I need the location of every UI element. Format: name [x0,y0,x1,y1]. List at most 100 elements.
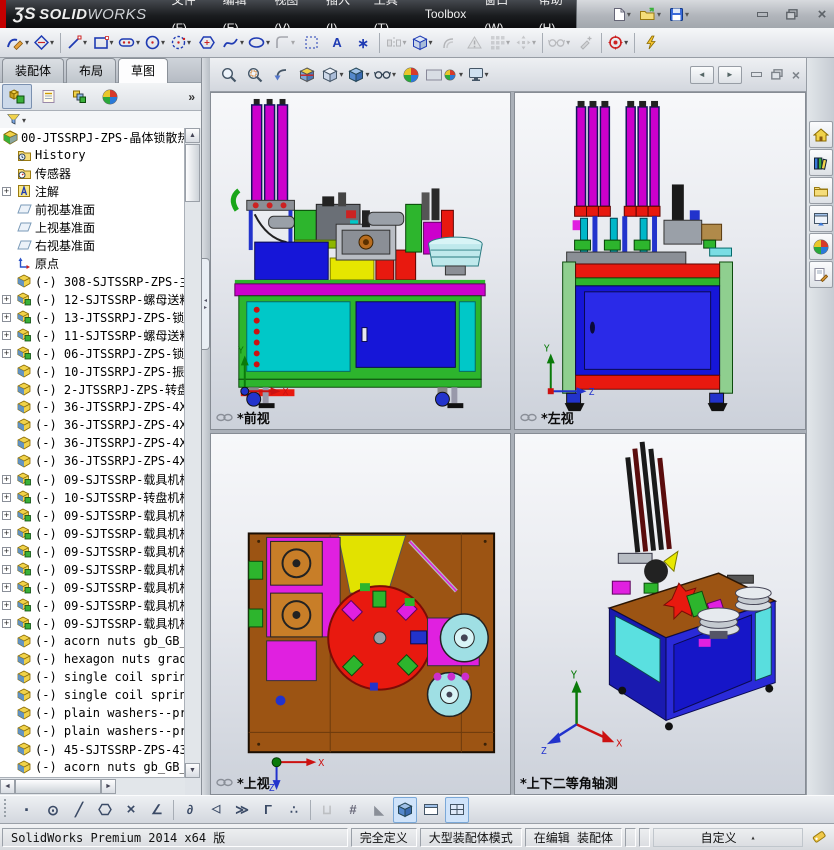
custom-properties-button[interactable] [808,261,833,288]
tab-装配体[interactable]: 装配体 [2,58,65,83]
smart-dimension-dropdown[interactable]: ▾ [50,38,54,47]
viewport-front[interactable]: Y X *前视 [210,92,511,430]
quick-snaps-dropdown[interactable]: ▾ [624,38,628,47]
smart-dimension-button[interactable]: ▾ [32,30,56,56]
tree-item[interactable]: + (-) 13-JTSSRPJ-ZPS-锁螺丝 [0,308,185,326]
toolbar-grip[interactable] [2,799,14,820]
tree-item[interactable]: 前视基准面 [0,200,185,218]
line-dropdown[interactable]: ▾ [83,38,87,47]
tree-item[interactable]: (-) plain washers--produ [0,704,185,722]
edit-appearance-button[interactable] [399,62,423,88]
apply-scene-button[interactable]: ▾ [425,62,464,88]
view-palette-button[interactable] [808,205,833,232]
tree-item[interactable]: + (-) 09-SJTSSRP-载具机构_ [0,542,185,560]
tree-item[interactable]: + (-) 09-SJTSSRP-载具机构_ [0,614,185,632]
mirror-entities-dropdown[interactable]: ▾ [403,38,407,47]
tree-item[interactable]: (-) 36-JTSSRPJ-ZPS-4X205 [0,398,185,416]
expand-icon[interactable]: + [2,330,11,340]
tree-item[interactable]: + (-) 09-SJTSSRP-载具机构_ [0,578,185,596]
grid-snap-button[interactable]: # [341,797,365,823]
viewport-isometric[interactable]: Y X Z *上下二等角轴测 [514,433,806,795]
prev-pane-button[interactable]: ◄ [689,65,714,84]
viewport-top[interactable]: X Z *上视 [210,433,511,795]
straight-slot-button[interactable]: ▾ [117,30,141,56]
expand-icon[interactable]: + [2,492,11,502]
save-dropdown[interactable]: ▾ [685,10,689,19]
quick-snaps-button[interactable]: ▾ [606,30,630,56]
parallel-relation-button[interactable]: ≫ [230,797,254,823]
tree-item[interactable]: + (-) 09-SJTSSRP-载具机构_ [0,524,185,542]
linear-pattern-dropdown[interactable]: ▾ [506,38,510,47]
tree-item[interactable]: (-) hexagon nuts grade c [0,650,185,668]
save-button[interactable]: ▾ [666,5,692,24]
top-view-canvas[interactable]: X Z [211,434,510,794]
straight-slot-dropdown[interactable]: ▾ [136,38,140,47]
tree-item[interactable]: 右视基准面 [0,236,185,254]
scroll-right-icon[interactable]: ► [101,779,116,794]
design-library-button[interactable] [808,149,833,176]
angle-relation-button[interactable]: ∠ [145,797,169,823]
fm-display-button[interactable] [95,84,125,109]
centerpoint-arc-button[interactable]: ▾ [169,30,193,56]
tree-item[interactable]: (-) 36-JTSSRPJ-ZPS-4X205 [0,416,185,434]
tree-item[interactable]: + (-) 12-SJTSSRP-螺母送料机 [0,290,185,308]
hide-show-items-dropdown[interactable]: ▾ [392,70,396,79]
polygon-relation-button[interactable] [93,797,117,823]
tree-item[interactable]: (-) acorn nuts gb_GB_SPE [0,632,185,650]
view-settings-dropdown[interactable]: ▾ [485,70,489,79]
line-relation-button[interactable]: ╱ [67,797,91,823]
tab-草图[interactable]: 草图 [118,58,169,83]
ellipse-button[interactable]: ▾ [247,30,271,56]
concentric-relation-button[interactable]: ⊙ [41,797,65,823]
expand-icon[interactable]: + [2,600,11,610]
tree-item[interactable]: + (-) 09-SJTSSRP-载具机构< [0,470,185,488]
expand-icon[interactable]: + [2,474,11,484]
expand-icon[interactable]: + [2,186,11,196]
tree-item[interactable]: + (-) 09-SJTSSRP-载具机构< [0,506,185,524]
four-view-button[interactable] [445,796,469,823]
tag-icon[interactable] [806,830,832,844]
status-custom-selector[interactable]: 自定义 ▴ [653,827,803,847]
sketch-fillet-dropdown[interactable]: ▾ [291,38,295,47]
scrollbar-thumb[interactable] [185,144,200,202]
tree-item[interactable]: 传感器 [0,164,185,182]
expand-icon[interactable]: + [2,510,11,520]
tree-item[interactable]: (-) 36-JTSSRPJ-ZPS-4X205 [0,452,185,470]
tree-item[interactable]: 原点 [0,254,185,272]
scrollbar-thumb[interactable] [15,779,101,794]
section-view-button[interactable] [295,62,319,88]
tree-item[interactable]: (-) 10-JTSSRPJ-ZPS-振动盘 [0,362,185,380]
isometric-view-canvas[interactable]: Y X Z [515,434,805,794]
tab-布局[interactable]: 布局 [66,58,117,83]
tree-item[interactable]: + (-) 11-SJTSSRP-螺母送料机 [0,326,185,344]
tree-item[interactable]: (-) 308-SJTSSRP-ZPS-主底 [0,272,185,290]
previous-view-button[interactable] [269,62,293,88]
display-relations-dropdown[interactable]: ▾ [566,38,570,47]
rapid-sketch-button[interactable] [639,30,663,56]
points-relation-button[interactable]: ∴ [282,797,306,823]
display-style-dropdown[interactable]: ▾ [365,70,369,79]
new-doc-button[interactable]: ▾ [609,5,634,24]
next-pane-button[interactable]: ► [717,65,742,84]
tree-item[interactable]: + (-) 10-SJTSSRP-转盘机构< [0,488,185,506]
front-view-canvas[interactable]: Y X [211,93,510,429]
expand-icon[interactable]: + [2,618,11,628]
tree-item[interactable]: (-) 2-JTSSRPJ-ZPS-转盘<1 [0,380,185,398]
tree-item[interactable]: (-) single coil spring l [0,686,185,704]
scroll-up-icon[interactable]: ▲ [185,128,200,143]
expand-icon[interactable]: + [2,528,11,538]
tree-item[interactable]: + (-) 09-SJTSSRP-载具机构_ [0,560,185,578]
appearances-button[interactable] [808,233,833,260]
corner-rectangle-dropdown[interactable]: ▾ [110,38,114,47]
angle-snap-button[interactable]: ◣ [367,797,391,823]
delete-relation-button[interactable]: × [119,797,143,823]
tree-item[interactable]: (-) single coil spring l [0,668,185,686]
close-button[interactable]: × [810,6,834,23]
display-style-button[interactable]: ▾ [347,62,371,88]
fm-tree-button[interactable] [2,84,32,109]
panel-collapse-tab[interactable]: ◂ ▸ [202,258,210,350]
expand-icon[interactable]: + [2,348,11,358]
sketch-dropdown[interactable]: ▾ [25,38,29,47]
scroll-down-icon[interactable]: ▼ [185,763,200,778]
expand-icon[interactable]: + [2,546,11,556]
